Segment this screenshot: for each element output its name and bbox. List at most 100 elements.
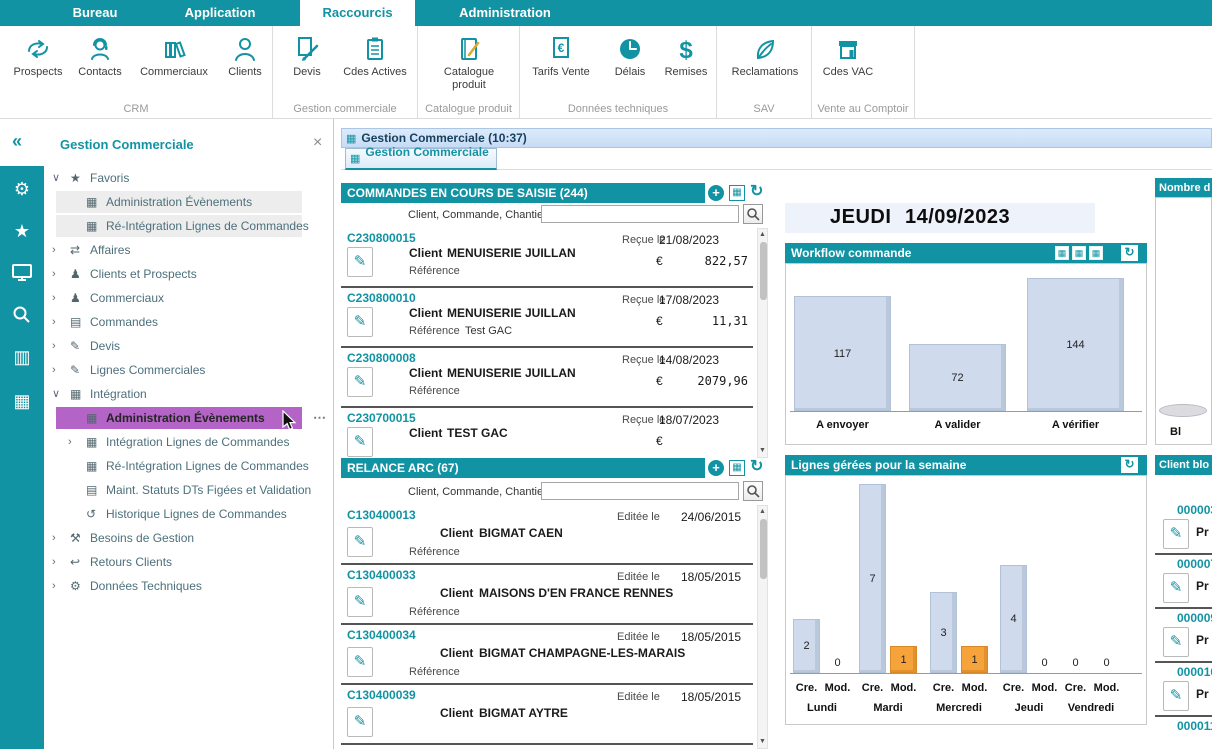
workflow-refresh-button[interactable]: ↻ — [1121, 245, 1138, 261]
client-id-link[interactable]: 000007 — [1177, 557, 1212, 571]
ribbon-item-prospects[interactable]: Prospects — [6, 32, 70, 79]
columns-icon[interactable]: ▥ — [0, 342, 44, 372]
order-row[interactable]: C230800008 Reçue le 14/08/2023 ✎ Client … — [341, 348, 753, 408]
ribbon-item-delais[interactable]: Délais — [602, 32, 658, 79]
add-order-button[interactable]: + — [708, 185, 724, 201]
gear-icon[interactable]: ⚙ — [0, 174, 44, 204]
ribbon-item-reclamations[interactable]: Reclamations — [723, 32, 807, 79]
blocked-client-row[interactable]: 000007 ✎ Pr — [1155, 555, 1212, 609]
blocked-client-row[interactable]: 000009 ✎ Pr — [1155, 609, 1212, 663]
edit-pencil-button[interactable]: ✎ — [1163, 573, 1189, 603]
relance-row[interactable]: C130400039 Editée le 18/05/2015 ✎ Client… — [341, 685, 753, 745]
workflow-view1-button[interactable]: ▦ — [1055, 246, 1069, 260]
ribbon-item-contacts[interactable]: Contacts — [68, 32, 132, 79]
chevron-right-icon[interactable]: › — [52, 334, 56, 358]
blocked-client-row[interactable]: 000003 ✎ Pr — [1155, 501, 1212, 555]
order-id-link[interactable]: C230800008 — [347, 351, 416, 365]
tree-item-lignes-commerciales[interactable]: › ✎ Lignes Commerciales — [44, 358, 333, 382]
tree-item-maint-statuts[interactable]: ▤ Maint. Statuts DTs Figées et Validatio… — [44, 478, 333, 502]
blocked-client-row[interactable]: 000011 — [1155, 717, 1212, 749]
orders-list-view-button[interactable]: ▦ — [729, 185, 745, 201]
chevron-right-icon[interactable]: › — [52, 574, 56, 598]
orders-search-button[interactable] — [743, 204, 763, 224]
star-icon[interactable]: ★ — [0, 216, 44, 246]
edit-pencil-button[interactable]: ✎ — [1163, 519, 1189, 549]
ribbon-item-remises[interactable]: $ Remises — [656, 32, 716, 79]
order-id-link[interactable]: C230800010 — [347, 291, 416, 305]
tree-item-reintegration-lignes[interactable]: ▦ Ré-Intégration Lignes de Commandes — [44, 454, 333, 478]
tree-item-commerciaux[interactable]: › ♟ Commerciaux — [44, 286, 333, 310]
tab-gestion-commerciale[interactable]: ▦ Gestion Commerciale ... — [345, 148, 497, 170]
scroll-up-icon[interactable]: ▲ — [758, 230, 767, 240]
edit-pencil-button[interactable]: ✎ — [347, 367, 373, 397]
edit-pencil-button[interactable]: ✎ — [1163, 681, 1189, 711]
ribbon-item-catalogue-produit[interactable]: Catalogue produit — [434, 32, 504, 91]
menu-administration[interactable]: Administration — [440, 0, 570, 26]
workflow-view3-button[interactable]: ▦ — [1089, 246, 1103, 260]
orders-scrollbar[interactable]: ▲ ▼ — [757, 228, 768, 458]
tree-item-integration[interactable]: ∨ ▦ Intégration — [44, 382, 333, 406]
client-id-link[interactable]: 000010 — [1177, 665, 1212, 679]
tree-item-administration-evenements-fav[interactable]: ▦ Administration Évènements — [44, 190, 333, 214]
ribbon-item-commerciaux[interactable]: Commerciaux — [136, 32, 212, 79]
relance-id-link[interactable]: C130400013 — [347, 508, 416, 522]
scroll-thumb[interactable] — [760, 242, 767, 300]
relance-search-button[interactable] — [743, 481, 763, 501]
blocked-client-row[interactable]: 000010 ✎ Pr — [1155, 663, 1212, 717]
relance-id-link[interactable]: C130400039 — [347, 688, 416, 702]
add-relance-button[interactable]: + — [708, 460, 724, 476]
edit-pencil-button[interactable]: ✎ — [347, 307, 373, 337]
orders-search-input[interactable] — [541, 205, 739, 223]
chevron-right-icon[interactable]: › — [52, 310, 56, 334]
chevron-down-icon[interactable]: ∨ — [52, 382, 60, 406]
ribbon-item-cdes-actives[interactable]: Cdes Actives — [339, 32, 411, 79]
relance-scrollbar[interactable]: ▲ ▼ — [757, 505, 768, 749]
tree-item-donnees-techniques[interactable]: › ⚙ Données Techniques — [44, 574, 333, 598]
client-id-link[interactable]: 000003 — [1177, 503, 1212, 517]
relance-row[interactable]: C130400013 Editée le 24/06/2015 ✎ Client… — [341, 505, 753, 565]
edit-pencil-button[interactable]: ✎ — [347, 527, 373, 557]
tree-item-commandes[interactable]: › ▤ Commandes — [44, 310, 333, 334]
scroll-down-icon[interactable]: ▼ — [758, 446, 767, 456]
workflow-view2-button[interactable]: ▦ — [1072, 246, 1086, 260]
ribbon-item-clients[interactable]: Clients — [213, 32, 277, 79]
client-id-link[interactable]: 000009 — [1177, 611, 1212, 625]
relance-id-link[interactable]: C130400034 — [347, 628, 416, 642]
edit-pencil-button[interactable]: ✎ — [347, 707, 373, 737]
menu-bureau[interactable]: Bureau — [55, 0, 135, 26]
chevron-right-icon[interactable]: › — [52, 358, 56, 382]
order-row[interactable]: C230700015 Reçue le 18/07/2023 ✎ Client … — [341, 408, 753, 458]
chevron-right-icon[interactable]: › — [52, 526, 56, 550]
tree-item-affaires[interactable]: › ⇄ Affaires — [44, 238, 333, 262]
relance-row[interactable]: C130400034 Editée le 18/05/2015 ✎ Client… — [341, 625, 753, 685]
ribbon-item-cdes-vac[interactable]: Cdes VAC — [816, 32, 880, 79]
edit-pencil-button[interactable]: ✎ — [347, 427, 373, 457]
tree-item-historique-lignes[interactable]: ↺ Historique Lignes de Commandes — [44, 502, 333, 526]
scroll-up-icon[interactable]: ▲ — [758, 507, 767, 517]
tree-item-retours-clients[interactable]: › ↩ Retours Clients — [44, 550, 333, 574]
relance-list-view-button[interactable]: ▦ — [729, 460, 745, 476]
order-id-link[interactable]: C230800015 — [347, 231, 416, 245]
order-row[interactable]: C230800010 Reçue le 17/08/2023 ✎ Client … — [341, 288, 753, 348]
client-id-link[interactable]: 000011 — [1177, 719, 1212, 733]
close-icon[interactable]: × — [313, 134, 322, 152]
chevron-down-icon[interactable]: ∨ — [52, 166, 60, 190]
ribbon-item-tarifs-vente[interactable]: € Tarifs Vente — [528, 32, 594, 79]
edit-pencil-button[interactable]: ✎ — [347, 247, 373, 277]
relance-row[interactable]: C130400033 Editée le 18/05/2015 ✎ Client… — [341, 565, 753, 625]
tree-item-reintegration-lignes-fav[interactable]: ▦ Ré-Intégration Lignes de Commandes — [44, 214, 333, 238]
relance-id-link[interactable]: C130400033 — [347, 568, 416, 582]
ribbon-item-devis[interactable]: Devis — [275, 32, 339, 79]
modules-icon[interactable]: ▦ — [0, 386, 44, 416]
orders-refresh-button[interactable]: ↻ — [750, 184, 763, 200]
weekly-refresh-button[interactable]: ↻ — [1121, 457, 1138, 473]
order-id-link[interactable]: C230700015 — [347, 411, 416, 425]
relance-refresh-button[interactable]: ↻ — [750, 459, 763, 475]
scroll-down-icon[interactable]: ▼ — [758, 737, 767, 747]
edit-pencil-button[interactable]: ✎ — [347, 647, 373, 677]
search-icon[interactable] — [0, 300, 44, 330]
sidebar-collapse-button[interactable]: « — [12, 131, 22, 152]
tree-item-clients-et-prospects[interactable]: › ♟ Clients et Prospects — [44, 262, 333, 286]
chevron-right-icon[interactable]: › — [52, 550, 56, 574]
chevron-right-icon[interactable]: › — [52, 286, 56, 310]
